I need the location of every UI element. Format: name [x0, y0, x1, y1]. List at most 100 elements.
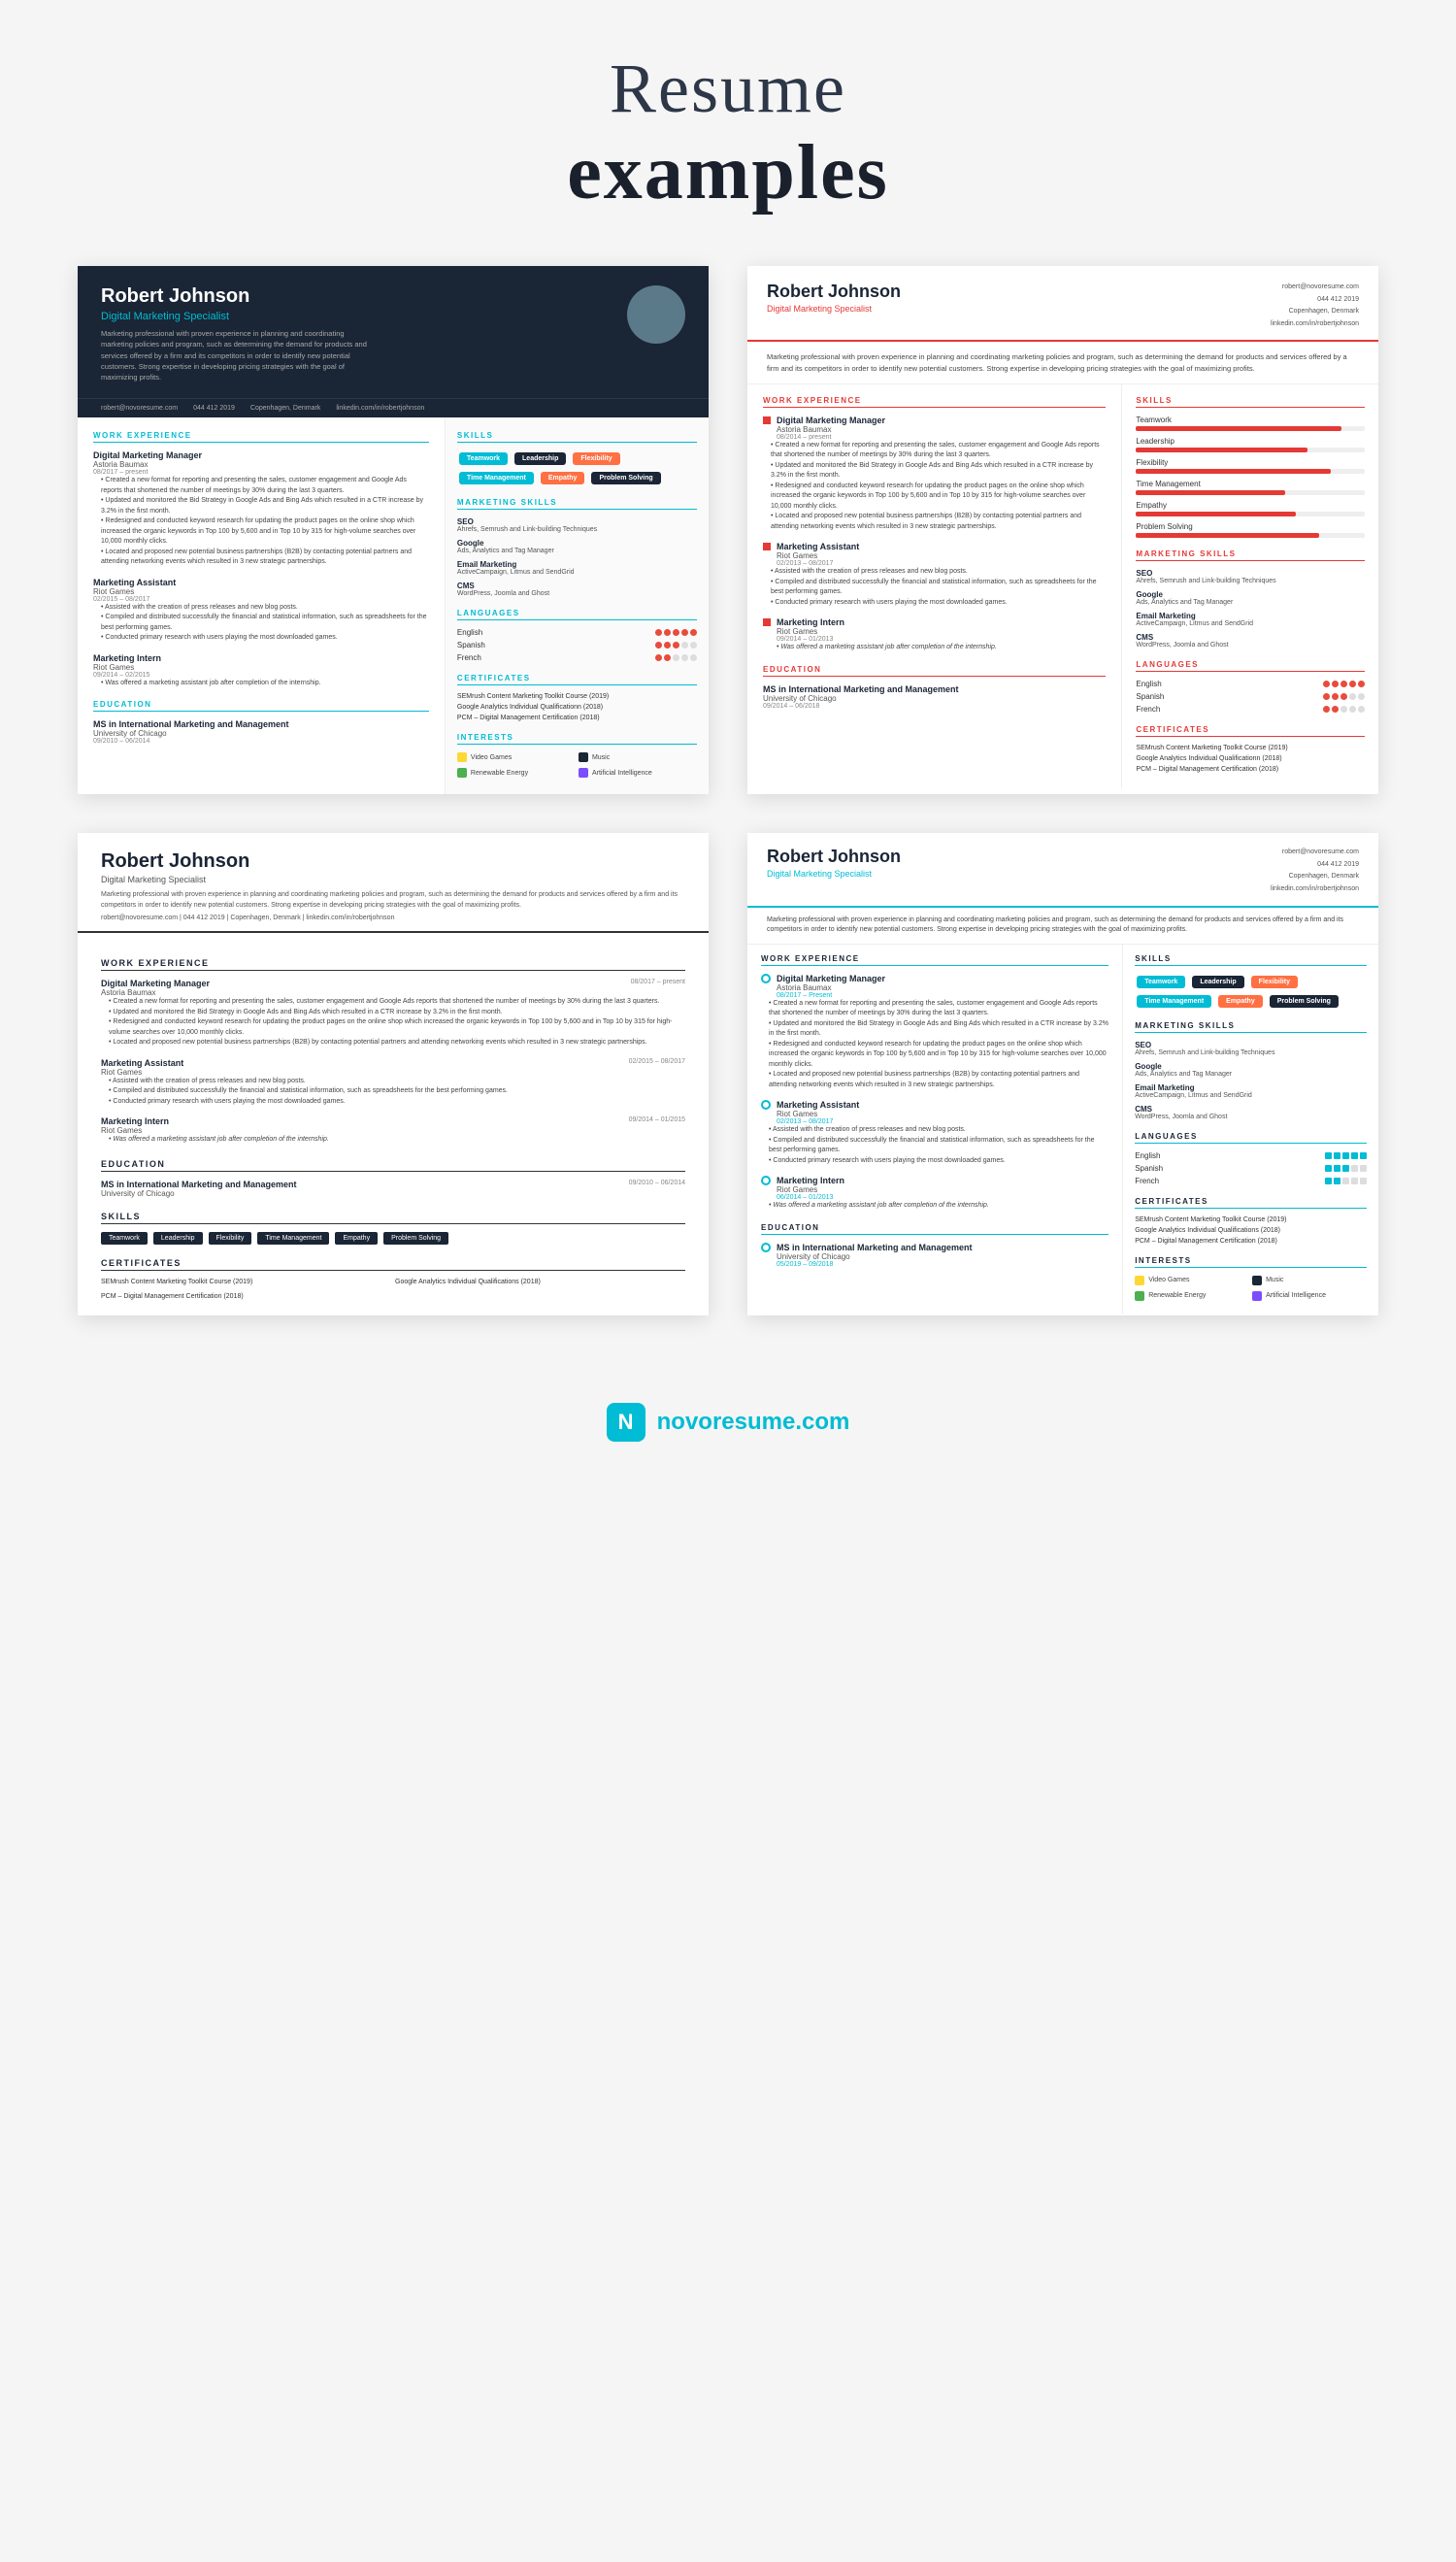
r1-mkt-2: Google Ads, Analytics and Tag Manager — [457, 539, 697, 554]
r2-left: WORK EXPERIENCE Digital Marketing Manage… — [747, 384, 1122, 788]
skill-empathy: Empathy — [541, 472, 585, 484]
r1-name: Robert Johnson — [101, 285, 373, 308]
r4-name-block: Robert Johnson Digital Marketing Special… — [767, 847, 901, 879]
r3-header: Robert Johnson Digital Marketing Special… — [78, 833, 709, 933]
r4-right: SKILLS Teamwork Leadership Flexibility T… — [1123, 945, 1378, 1314]
r4-lang-spanish: Spanish — [1135, 1164, 1367, 1173]
r1-skill-tags: Teamwork Leadership Flexibility Time Man… — [457, 450, 697, 486]
r3-job-1: Digital Marketing Manager 08/2017 – pres… — [101, 979, 685, 1048]
skill-flexibility: Flexibility — [573, 452, 619, 465]
skill-teamwork: Teamwork — [459, 452, 508, 465]
page-title-line1: Resume — [567, 49, 889, 129]
r4-mkt-3: Email Marketing ActiveCampaign, Litmus a… — [1135, 1083, 1367, 1099]
r2-lang-spanish: Spanish — [1136, 692, 1365, 701]
lang-english: English — [457, 628, 697, 637]
page-title-line2: examples — [567, 129, 889, 217]
r4-skill-teamwork: Teamwork — [1137, 976, 1185, 988]
interest-renewable: Renewable Energy — [457, 768, 576, 778]
r4-dot-2 — [761, 1100, 771, 1110]
r1-cert-1: SEMrush Content Marketing Toolkit Course… — [457, 693, 697, 700]
r3-body: WORK EXPERIENCE Digital Marketing Manage… — [78, 933, 709, 1315]
r1-skills-title: SKILLS — [457, 431, 697, 443]
r2-job-2: Marketing Assistant Riot Games 02/2013 –… — [763, 542, 1106, 608]
r4-skill-empathy: Empathy — [1218, 995, 1263, 1008]
r4-dot-1 — [761, 974, 771, 983]
resume-card-1: Robert Johnson Digital Marketing Special… — [78, 266, 709, 794]
interest-music: Music — [579, 752, 697, 762]
resume-grid: Robert Johnson Digital Marketing Special… — [0, 247, 1456, 1374]
r1-title: Digital Marketing Specialist — [101, 311, 373, 322]
r1-mkt-3: Email Marketing ActiveCampaign, Litmus a… — [457, 560, 697, 576]
brand-logo: N — [607, 1403, 645, 1442]
r4-interest-ai: Artificial Intelligence — [1252, 1291, 1367, 1301]
r4-job-2: Marketing Assistant Riot Games 02/2013 –… — [761, 1100, 1109, 1166]
r4-dot-edu — [761, 1243, 771, 1252]
r1-work-title: WORK EXPERIENCE — [93, 431, 429, 443]
skill-problem: Problem Solving — [591, 472, 660, 484]
r1-edu-title: EDUCATION — [93, 700, 429, 712]
r1-left: WORK EXPERIENCE Digital Marketing Manage… — [78, 417, 445, 794]
lang-spanish: Spanish — [457, 641, 697, 649]
r1-interests: Video Games Music Renewable Energy Artif… — [457, 752, 697, 781]
r1-phone: 044 412 2019 — [193, 405, 235, 412]
r2-skill-teamwork: Teamwork — [1136, 416, 1365, 431]
r2-skill-problem: Problem Solving — [1136, 522, 1365, 538]
resume-card-3: Robert Johnson Digital Marketing Special… — [78, 833, 709, 1315]
r2-body: WORK EXPERIENCE Digital Marketing Manage… — [747, 384, 1378, 788]
r3-job-2: Marketing Assistant 02/2015 – 08/2017 Ri… — [101, 1058, 685, 1108]
r1-info: Robert Johnson Digital Marketing Special… — [101, 285, 373, 383]
r4-job-1: Digital Marketing Manager Astoria Baumax… — [761, 974, 1109, 1091]
r1-summary: Marketing professional with proven exper… — [101, 328, 373, 383]
brand-name[interactable]: novoresume.com — [657, 1409, 850, 1436]
r2-right: SKILLS Teamwork Leadership Flexibility T… — [1122, 384, 1378, 788]
r2-skill-flexibility: Flexibility — [1136, 458, 1365, 474]
r2-mkt-2: Google Ads, Analytics and Tag Manager — [1136, 590, 1365, 606]
r4-lang-french: French — [1135, 1177, 1367, 1185]
r2-mkt-1: SEO Ahrefs, Semrush and Link-building Te… — [1136, 569, 1365, 584]
r2-mkt-4: CMS WordPress, Joomla and Ghost — [1136, 633, 1365, 649]
r1-cert-title: CERTIFICATES — [457, 674, 697, 685]
r2-header: Robert Johnson Digital Marketing Special… — [747, 266, 1378, 342]
r2-lang-french: French — [1136, 705, 1365, 714]
r1-cert-2: Google Analytics Individual Qualificatio… — [457, 704, 697, 711]
page-header: Resume examples — [567, 0, 889, 247]
r1-contact: robert@novoresume.com 044 412 2019 Copen… — [78, 398, 709, 417]
r4-summary: Marketing professional with proven exper… — [747, 908, 1378, 945]
r1-email: robert@novoresume.com — [101, 405, 178, 412]
r4-interest-videogames: Video Games — [1135, 1276, 1249, 1285]
lang-french: French — [457, 653, 697, 662]
r2-job-marker-2 — [763, 543, 771, 550]
r1-cert-3: PCM – Digital Management Certification (… — [457, 715, 697, 721]
interest-ai: Artificial Intelligence — [579, 768, 697, 778]
r4-job-3: Marketing Intern Riot Games 06/2014 – 01… — [761, 1176, 1109, 1212]
r2-lang-english: English — [1136, 680, 1365, 688]
r4-mkt-4: CMS WordPress, Joomla and Ghost — [1135, 1105, 1367, 1120]
r2-mkt-3: Email Marketing ActiveCampaign, Litmus a… — [1136, 612, 1365, 627]
resume-card-2: Robert Johnson Digital Marketing Special… — [747, 266, 1378, 794]
r1-job-3: Marketing Intern Riot Games 09/2014 – 02… — [93, 653, 429, 689]
r4-skill-tags: Teamwork Leadership Flexibility Time Man… — [1135, 974, 1367, 1010]
r4-header: Robert Johnson Digital Marketing Special… — [747, 833, 1378, 907]
r3-skills: Teamwork Leadership Flexibility Time Man… — [101, 1232, 685, 1245]
r1-lang-title: LANGUAGES — [457, 609, 697, 620]
r4-skill-problem: Problem Solving — [1270, 995, 1339, 1008]
r4-skill-leadership: Leadership — [1192, 976, 1243, 988]
r4-dot-3 — [761, 1176, 771, 1185]
r2-skill-time: Time Management — [1136, 480, 1365, 495]
r3-certs: SEMrush Content Marketing Toolkit Course… — [101, 1279, 685, 1304]
r2-skill-leadership: Leadership — [1136, 437, 1365, 452]
skill-time-mgmt: Time Management — [459, 472, 534, 484]
r1-linkedin: linkedin.com/in/robertjohnson — [336, 405, 424, 412]
r2-contact: robert@novoresume.com 044 412 2019 Copen… — [1271, 282, 1359, 330]
r1-location: Copenhagen, Denmark — [250, 405, 320, 412]
r4-interest-renewable: Renewable Energy — [1135, 1291, 1249, 1301]
page-footer: N novoresume.com — [607, 1374, 850, 1481]
r1-photo — [627, 285, 685, 344]
r4-mkt-1: SEO Ahrefs, Semrush and Link-building Te… — [1135, 1041, 1367, 1056]
r2-job-1: Digital Marketing Manager Astoria Baumax… — [763, 416, 1106, 533]
r1-interests-title: INTERESTS — [457, 733, 697, 745]
r4-skill-time: Time Management — [1137, 995, 1211, 1008]
r1-mkt-title: MARKETING SKILLS — [457, 498, 697, 510]
r1-right: SKILLS Teamwork Leadership Flexibility T… — [445, 417, 709, 794]
r1-mkt-1: SEO Ahrefs, Semrush and Link-building Te… — [457, 517, 697, 533]
